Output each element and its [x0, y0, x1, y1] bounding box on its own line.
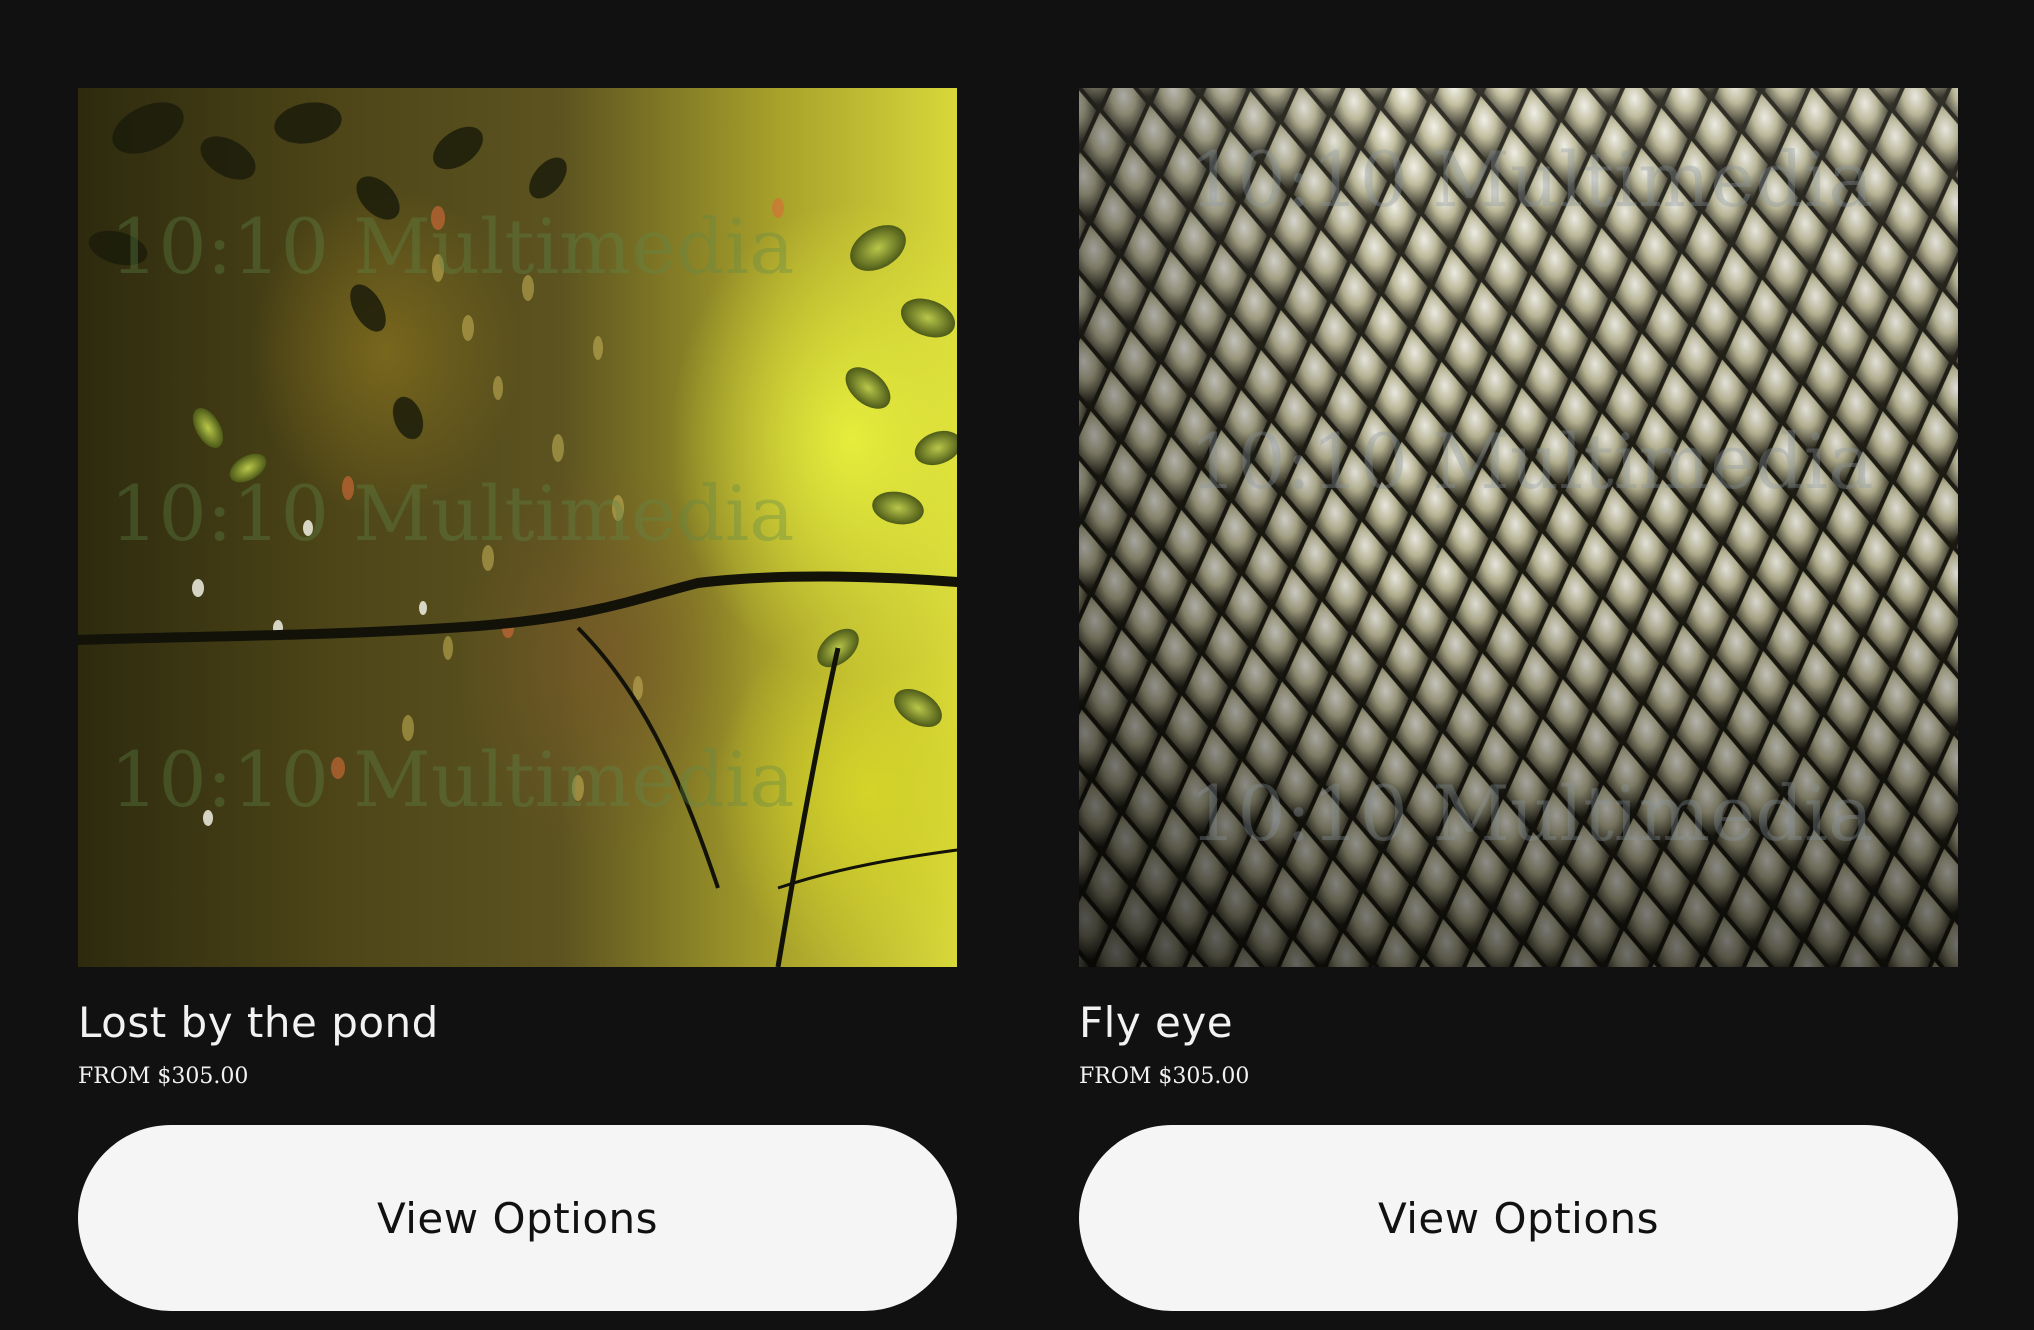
watermark-text: 10:10 Multimedia	[110, 735, 794, 824]
view-options-button[interactable]: View Options	[78, 1125, 957, 1311]
product-price: FROM $305.00	[1079, 1064, 1250, 1089]
pond-photo-graphic: 10:10 Multimedia 10:10 Multimedia 10:10 …	[78, 102, 957, 967]
product-image-pond[interactable]: 10:10 Multimedia 10:10 Multimedia 10:10 …	[78, 88, 957, 967]
product-grid: 10:10 Multimedia 10:10 Multimedia 10:10 …	[0, 0, 2034, 1330]
product-card: 10:10 Multimedia 10:10 Multimedia 10:10 …	[78, 88, 957, 1311]
product-price: FROM $305.00	[78, 1064, 249, 1089]
view-options-button[interactable]: View Options	[1079, 1125, 1958, 1311]
fly-eye-photo-graphic: 10:10 Multimedia 10:10 Multimedia 10:10 …	[1079, 88, 1958, 967]
product-image-fly-eye[interactable]: 10:10 Multimedia 10:10 Multimedia 10:10 …	[1079, 88, 1958, 967]
watermark-text: 10:10 Multimedia	[1189, 417, 1873, 506]
watermark-text: 10:10 Multimedia	[110, 202, 794, 291]
product-card: 10:10 Multimedia 10:10 Multimedia 10:10 …	[1079, 88, 1958, 1311]
watermark-text: 10:10 Multimedia	[110, 469, 794, 558]
watermark-text: 10:10 Multimedia	[1189, 769, 1873, 858]
product-title[interactable]: Fly eye	[1079, 1001, 1958, 1045]
watermark-text: 10:10 Multimedia	[1189, 135, 1873, 224]
product-title[interactable]: Lost by the pond	[78, 1001, 957, 1045]
